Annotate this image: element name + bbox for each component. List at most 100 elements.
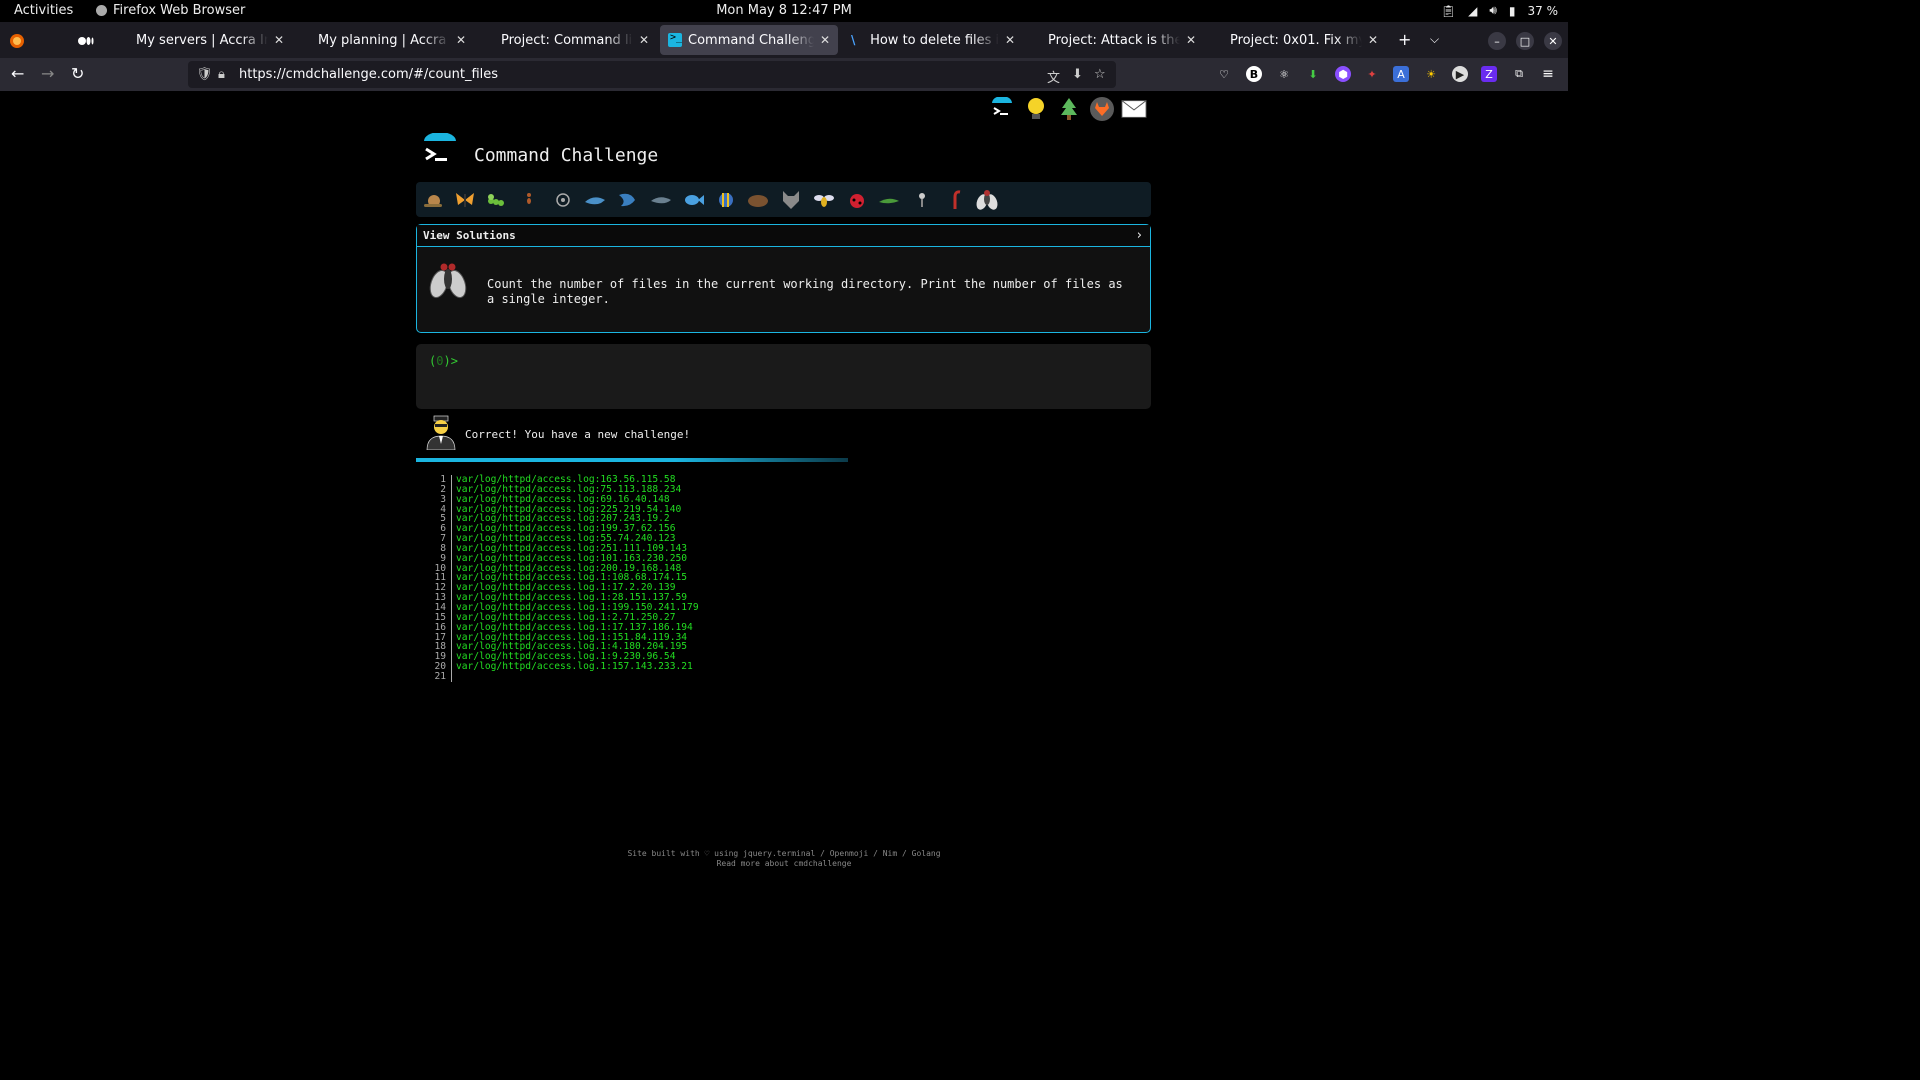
tab-delete-files-linux[interactable]: \ How to delete files in Linux ✕ [843,25,1023,55]
extension-z-icon[interactable]: Z [1481,66,1497,82]
tab-close-icon[interactable]: ✕ [820,33,830,47]
pocket-icon[interactable]: ♡ [1216,66,1232,82]
line-number: 21 [434,670,446,682]
battery-percent: 37 % [1527,3,1559,18]
tab-my-servers[interactable]: My servers | Accra Intranet ✕ [128,25,292,55]
tab-close-icon[interactable]: ✕ [456,33,466,47]
fish-icon[interactable] [682,189,704,211]
chevron-right-icon[interactable]: › [1137,228,1142,243]
fly-icon [429,263,467,299]
gutter-divider [451,475,452,485]
lightbulb-icon[interactable] [1023,96,1049,122]
extension-b-icon[interactable]: B [1246,66,1262,82]
translate-icon[interactable]: 文 [1047,67,1060,86]
tab-close-icon[interactable]: ✕ [639,33,649,47]
linuxize-icon: \ [851,33,856,47]
terminal-input[interactable]: (0)> [416,344,1151,409]
tab-attack-best-defense[interactable]: Project: Attack is the best defense ✕ [1040,25,1204,55]
output-line: 20 var/log/httpd/access.log.1:157.143.233… [430,662,699,672]
battery-icon: ▮ [1508,3,1516,18]
download-helper-icon[interactable]: ⬇ [1305,66,1321,82]
butterfly-icon[interactable] [454,189,476,211]
dolphin-icon[interactable] [616,189,638,211]
wolf-icon[interactable] [780,189,802,211]
ant-icon[interactable] [518,189,540,211]
close-window-icon[interactable]: ✕ [1544,32,1562,50]
bee-icon[interactable] [813,189,835,211]
terminal-logo-icon[interactable] [989,96,1015,122]
tab-close-icon[interactable]: ✕ [1368,33,1378,47]
reload-icon[interactable]: ↻ [71,64,84,83]
tab-close-icon[interactable]: ✕ [274,33,284,47]
gutter-divider [451,662,452,672]
footer: Site built with ♡ using jquery.terminal … [0,849,1568,869]
activities-button[interactable]: Activities [14,3,73,18]
wifi-icon: ◢ [1468,3,1478,18]
tab-fix-my-code[interactable]: Project: 0x01. Fix my code ✕ [1222,25,1386,55]
shark-icon[interactable] [584,189,606,211]
gutter-divider [451,494,452,505]
gutter-divider [451,632,452,643]
tab-close-icon[interactable]: ✕ [1186,33,1196,47]
mail-icon[interactable] [1121,96,1147,122]
maximize-icon[interactable]: □ [1516,32,1534,50]
dark-reader-icon[interactable]: ☀ [1423,66,1439,82]
bookmark-star-icon[interactable]: ☆ [1094,67,1106,82]
gitlab-icon[interactable] [1089,96,1115,122]
url-bar[interactable]: 🛡︎ 🔒︎ https://cmdchallenge.com/#/count_f… [188,61,1116,88]
gutter-divider [451,534,452,544]
react-devtools-icon[interactable]: ⚛ [1276,66,1292,82]
firefox-icon [96,5,107,16]
gutter-divider [451,553,452,564]
app-name: Firefox Web Browser [113,3,246,18]
gutter-divider [451,504,452,515]
back-icon[interactable]: ← [11,64,24,83]
command-output: 1 var/log/httpd/access.log:163.56.115.58 2… [430,475,699,682]
caterpillar-icon[interactable] [486,189,508,211]
forward-icon[interactable]: → [41,64,54,83]
snail-icon[interactable] [422,189,444,211]
gutter-divider [451,612,452,623]
lizard-icon[interactable] [878,189,900,211]
clipboard-icon[interactable]: 📋︎ [1441,4,1456,18]
footer-read-more-link[interactable]: Read more about cmdchallenge [0,859,1568,869]
beaver-icon[interactable] [747,189,769,211]
scorpion-icon[interactable] [944,189,966,211]
view-solutions-toggle[interactable]: View Solutions › [417,225,1150,247]
gutter-divider [451,514,452,525]
tab-project-command-line[interactable]: Project: Command line for beginners ✕ [493,25,657,55]
microbe-icon[interactable] [552,189,574,211]
lock-icon[interactable]: 🔒︎ [218,67,225,82]
list-all-tabs-icon[interactable]: ⌵ [1430,32,1439,47]
extension-red-icon[interactable]: ✦ [1364,66,1380,82]
ladybug-icon[interactable] [846,189,868,211]
hamburger-menu-icon[interactable]: ≡ [1540,66,1556,82]
tropical-fish-icon[interactable] [715,189,737,211]
minimize-icon[interactable]: – [1488,32,1506,50]
dolphin-icon[interactable] [650,189,672,211]
extensions-puzzle-icon[interactable]: ⧉ [1511,66,1527,82]
gutter-divider [451,671,452,682]
system-tray[interactable]: 📋︎ ◢ 🔊︎ ▮ 37 % [1441,3,1558,18]
level-selector [416,182,1151,217]
translate-extension-icon[interactable]: A [1393,66,1409,82]
url-text[interactable]: https://cmdchallenge.com/#/count_files [239,67,498,82]
tab-my-planning[interactable]: My planning | Accra Intranet ✕ [310,25,474,55]
tab-close-icon[interactable]: ✕ [1005,33,1015,47]
shield-icon[interactable]: 🛡︎ [196,67,213,82]
tree-icon[interactable] [1056,96,1082,122]
firefox-view-icon[interactable] [6,30,28,52]
tab-command-challenge[interactable]: >_ Command Challenge! ✕ [660,25,838,55]
download-page-icon[interactable]: ⬇ [1072,67,1083,82]
fly-icon[interactable] [976,189,998,211]
pinned-tab-medium-icon[interactable] [75,30,97,52]
result-message: Correct! You have a new challenge! [465,428,691,441]
new-tab-icon[interactable]: + [1398,30,1411,49]
mosquito-icon[interactable] [911,189,933,211]
terminal-icon: >_ [668,32,682,47]
gutter-divider [451,484,452,495]
app-menu[interactable]: Firefox Web Browser [96,3,245,18]
navigation-toolbar: ← → ↻ 🛡︎ 🔒︎ https://cmdchallenge.com/#/c… [0,58,1568,91]
play-extension-icon[interactable]: ▶ [1452,66,1468,82]
extension-purple-icon[interactable]: ⬢ [1335,66,1351,82]
